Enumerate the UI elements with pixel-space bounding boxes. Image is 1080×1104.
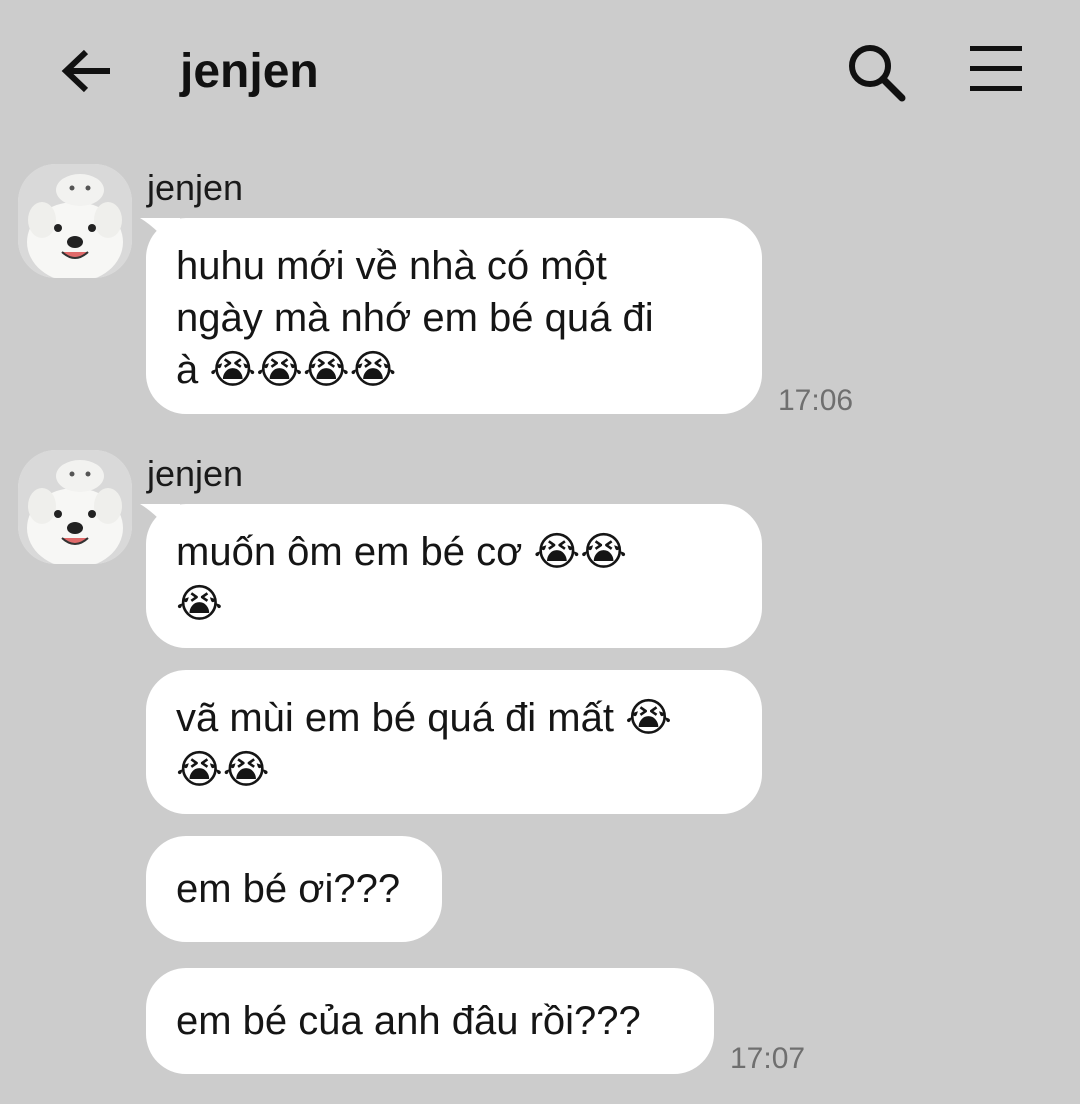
message-timestamp: 17:07	[730, 1042, 806, 1075]
message-text-line: em bé ơi???	[176, 867, 401, 911]
chat-title: jenjen	[180, 45, 319, 98]
message-text-line: em bé của anh đâu rồi???	[176, 999, 641, 1043]
message-bubble[interactable]: em bé ơi???	[146, 836, 442, 942]
message-text-line: 😭😭	[176, 748, 270, 792]
bubble-tail	[140, 504, 180, 544]
message-bubble[interactable]: huhu mới về nhà có một ngày mà nhớ em bé…	[140, 218, 762, 414]
sender-name: jenjen	[147, 167, 244, 208]
search-button[interactable]	[844, 40, 908, 104]
message-bubble[interactable]: vã mùi em bé quá đi mất 😭 😭😭	[146, 670, 762, 814]
message-text-line: à 😭😭😭😭	[176, 348, 397, 392]
message-text-line: huhu mới về nhà có một	[176, 244, 607, 288]
dog-with-cat-avatar-image	[18, 450, 132, 564]
back-arrow-icon	[61, 49, 110, 93]
message-text-line: 😭	[176, 582, 223, 626]
message-text-line: muốn ôm em bé cơ 😭😭	[176, 530, 627, 574]
message-timestamp: 17:06	[778, 384, 854, 417]
sender-avatar[interactable]	[18, 164, 132, 278]
hamburger-menu-icon	[970, 46, 1022, 91]
message-bubble[interactable]: muốn ôm em bé cơ 😭😭 😭	[140, 504, 762, 648]
back-button[interactable]	[56, 40, 118, 102]
message-text-line: vã mùi em bé quá đi mất 😭	[176, 696, 672, 740]
dog-with-cat-avatar-image	[18, 164, 132, 278]
message-bubble[interactable]: em bé của anh đâu rồi???	[146, 968, 714, 1074]
sender-name: jenjen	[147, 453, 244, 494]
sender-avatar[interactable]	[18, 450, 132, 564]
bubble-tail	[140, 218, 180, 258]
menu-button[interactable]	[966, 42, 1026, 96]
chat-header: jenjen	[0, 0, 1080, 140]
search-icon	[849, 45, 906, 102]
message-text-line: ngày mà nhớ em bé quá đi	[176, 296, 654, 340]
